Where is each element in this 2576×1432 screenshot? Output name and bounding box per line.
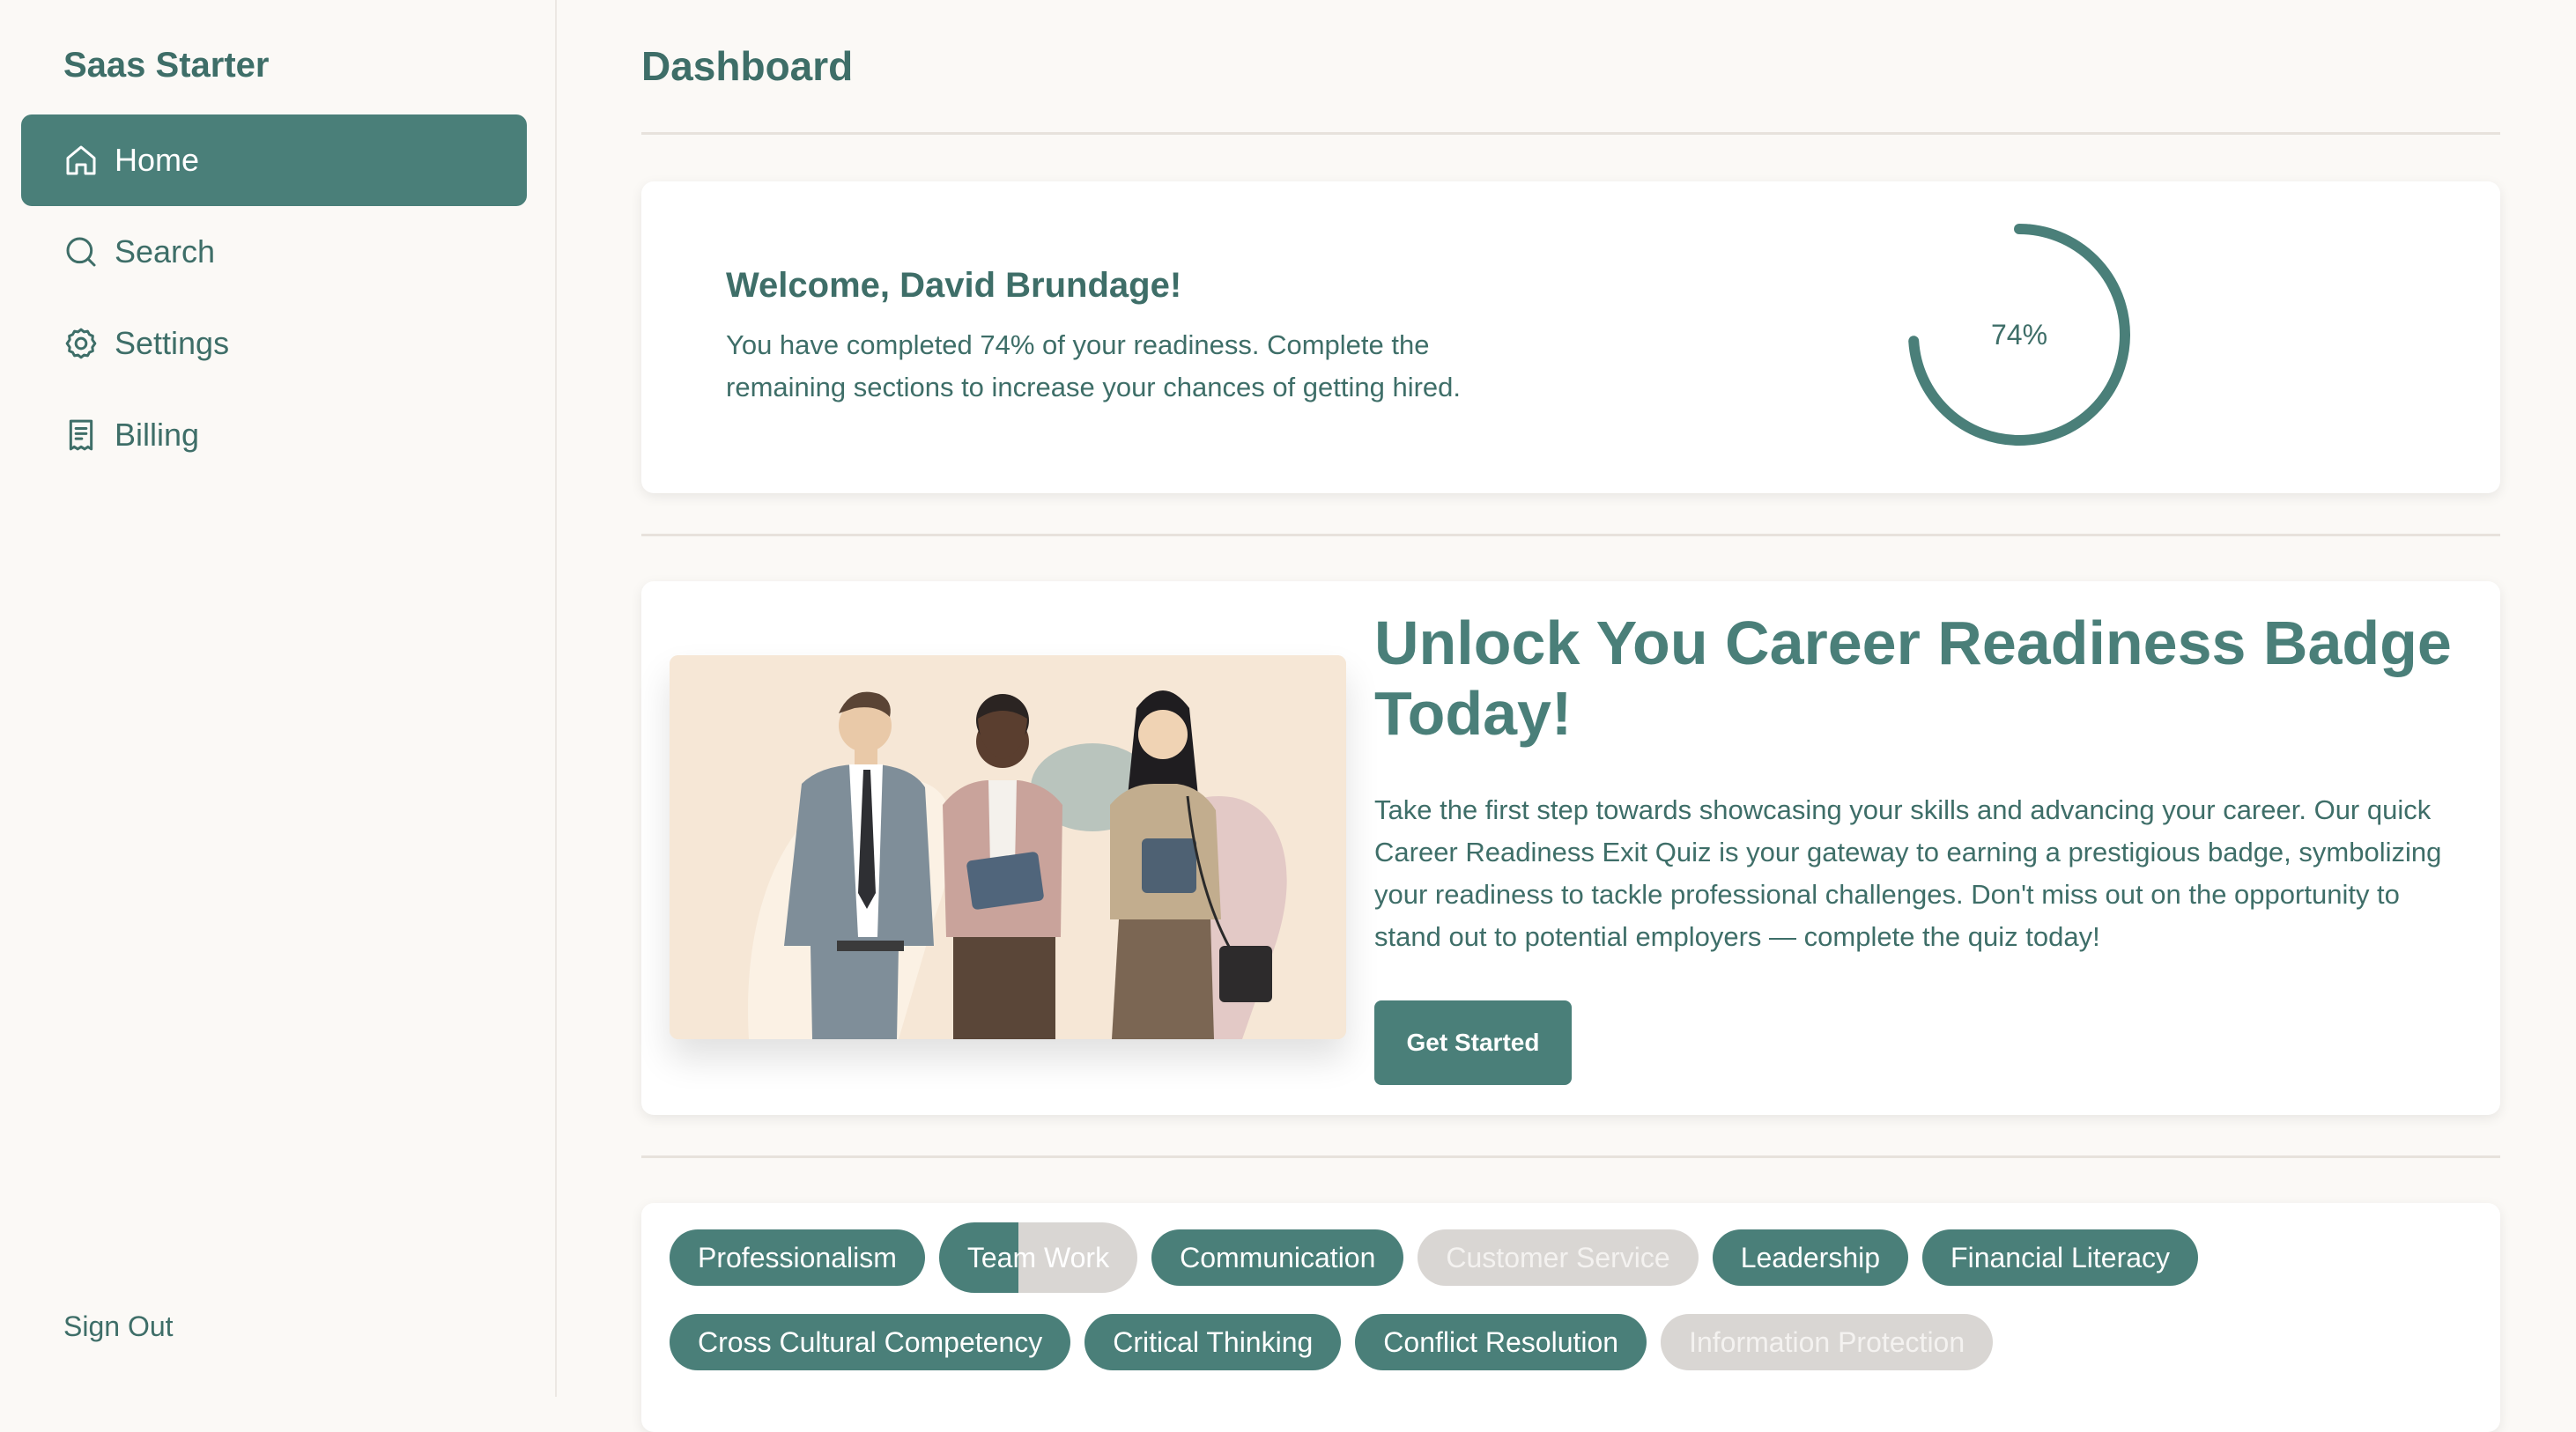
sidebar-item-settings[interactable]: Settings — [21, 298, 527, 389]
skill-pill-critical-thinking[interactable]: Critical Thinking — [1084, 1314, 1342, 1370]
sidebar-item-label: Billing — [115, 417, 200, 453]
skill-pill-communication[interactable]: Communication — [1151, 1229, 1404, 1286]
divider — [641, 1155, 2500, 1158]
welcome-card: Welcome, David Brundage! You have comple… — [641, 181, 2500, 493]
page-title: Dashboard — [641, 43, 854, 89]
skill-pill-leadership[interactable]: Leadership — [1712, 1229, 1909, 1286]
sidebar-item-label: Settings — [115, 325, 230, 361]
skill-row: Professionalism Team Work Communication … — [670, 1222, 2484, 1293]
divider — [641, 534, 2500, 536]
skill-pill-information-protection[interactable]: Information Protection — [1661, 1314, 1994, 1370]
skill-row: Cross Cultural Competency Critical Think… — [670, 1314, 2484, 1370]
badge-description: Take the first step towards showcasing y… — [1374, 794, 2442, 952]
readiness-progress-ring: 74% — [1903, 218, 2136, 451]
divider — [641, 132, 2500, 135]
welcome-title: Welcome, David Brundage! — [726, 266, 1182, 305]
search-icon — [66, 237, 96, 267]
get-started-button[interactable]: Get Started — [1374, 1000, 1572, 1085]
home-icon — [66, 145, 96, 175]
sign-out-link[interactable]: Sign Out — [63, 1310, 174, 1343]
badge-title: Unlock You Career Readiness Badge Today! — [1374, 609, 2452, 748]
skill-pill-professionalism[interactable]: Professionalism — [670, 1229, 925, 1286]
progress-percent: 74% — [1990, 318, 2048, 351]
sidebar: Saas Starter Home Search Settings Billin… — [0, 0, 557, 1397]
brand-name: Saas Starter — [63, 46, 270, 85]
skill-pill-team-work[interactable]: Team Work — [938, 1222, 1138, 1293]
sidebar-item-billing[interactable]: Billing — [21, 389, 527, 481]
badge-card: Unlock You Career Readiness Badge Today!… — [641, 581, 2500, 1115]
sidebar-item-home[interactable]: Home — [21, 114, 527, 206]
main-content: Dashboard Welcome, David Brundage! You h… — [641, 0, 2500, 1432]
welcome-text: You have completed 74% of your readiness… — [726, 329, 1462, 402]
illustration-graphic — [670, 655, 1346, 1039]
receipt-icon — [69, 419, 93, 451]
skill-pill-conflict-resolution[interactable]: Conflict Resolution — [1355, 1314, 1647, 1370]
sidebar-item-search[interactable]: Search — [21, 206, 527, 298]
sidebar-item-label: Home — [115, 142, 200, 178]
skill-pill-customer-service[interactable]: Customer Service — [1418, 1229, 1699, 1286]
skill-pills: Professionalism Team Work Communication … — [670, 1222, 2484, 1391]
sidebar-nav: Home Search Settings Billing — [21, 114, 527, 481]
skill-pill-financial-literacy[interactable]: Financial Literacy — [1922, 1229, 2199, 1286]
career-team-illustration — [670, 655, 1346, 1039]
skill-pill-cross-cultural-competency[interactable]: Cross Cultural Competency — [670, 1314, 1071, 1370]
skills-card: Professionalism Team Work Communication … — [641, 1203, 2500, 1432]
settings-icon — [65, 328, 97, 359]
sidebar-item-label: Search — [115, 233, 216, 269]
